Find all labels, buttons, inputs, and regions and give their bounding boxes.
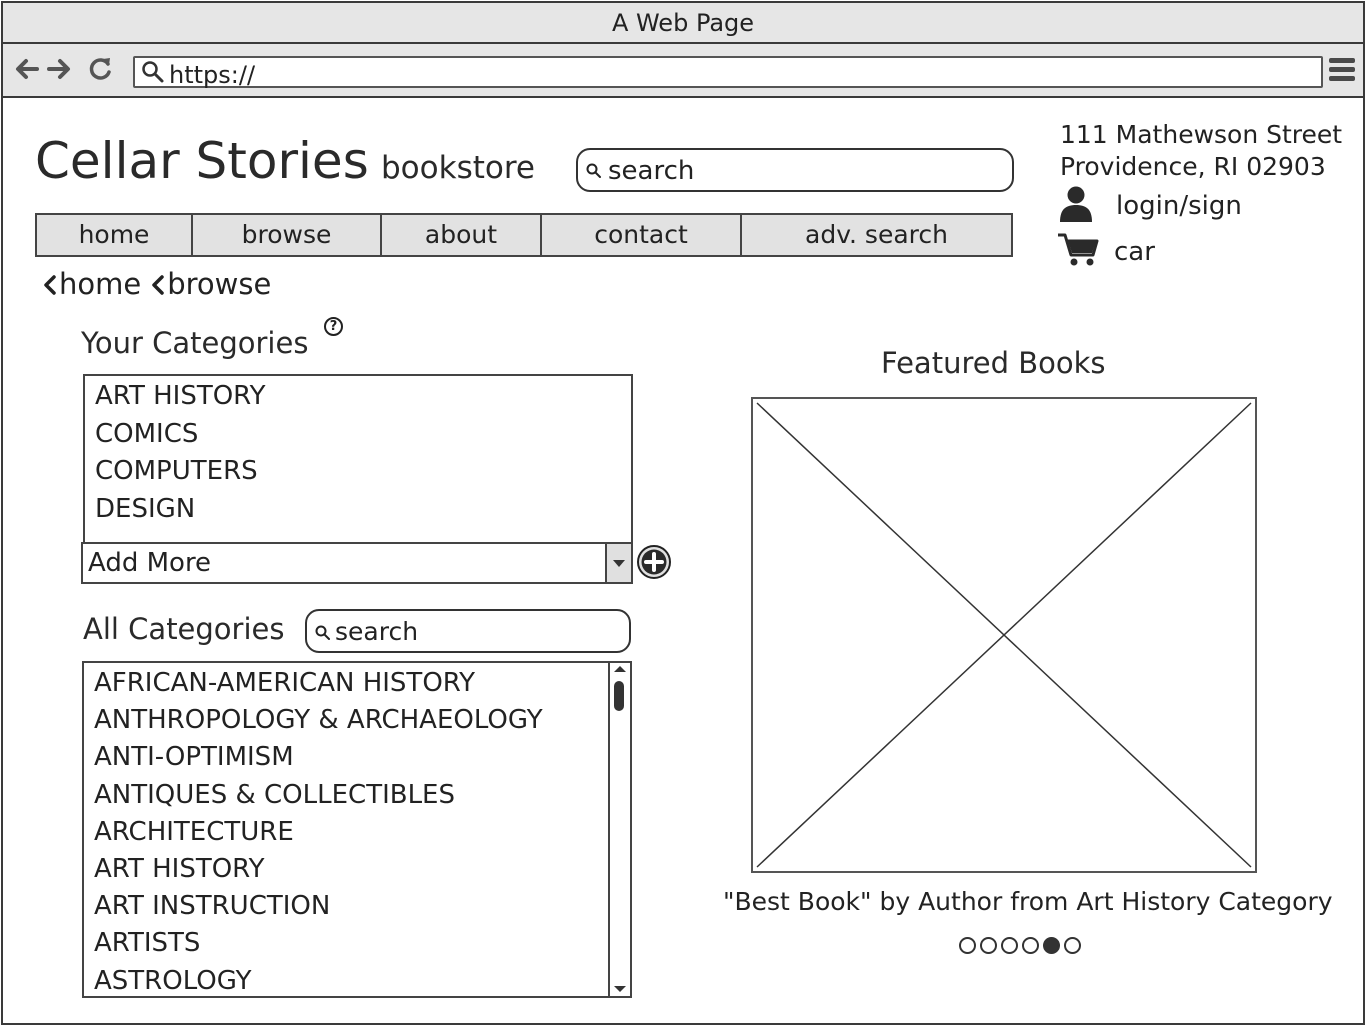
image-placeholder-icon bbox=[756, 402, 1252, 868]
address-line-1: 111 Mathewson Street bbox=[1060, 120, 1343, 149]
address-bar: https:// bbox=[3, 44, 1363, 98]
featured-book-caption[interactable]: "Best Book" by Author from Art History C… bbox=[723, 885, 1333, 919]
cart-link[interactable]: car bbox=[1056, 231, 1155, 271]
list-item[interactable]: ART INSTRUCTION bbox=[94, 888, 543, 925]
add-more-label: Add More bbox=[88, 548, 212, 578]
search-icon bbox=[315, 625, 330, 640]
browser-window: A Web Page https:// Cellar Stories books… bbox=[1, 1, 1365, 1025]
scrollbar-thumb[interactable] bbox=[614, 681, 624, 711]
login-label[interactable]: login/sign bbox=[1116, 191, 1242, 221]
your-categories-list[interactable]: ART HISTORY COMICS COMPUTERS DESIGN bbox=[83, 374, 633, 544]
login-link[interactable]: login/sign bbox=[1058, 185, 1242, 225]
chevron-left-icon bbox=[41, 265, 59, 303]
list-item[interactable]: ARTISTS bbox=[94, 925, 543, 962]
user-icon bbox=[1060, 186, 1092, 222]
tab-home[interactable]: home bbox=[37, 215, 193, 255]
reload-icon[interactable] bbox=[85, 54, 115, 84]
list-item[interactable]: DESIGN bbox=[95, 491, 631, 529]
list-item[interactable]: ANTHROPOLOGY & ARCHAEOLOGY bbox=[94, 702, 543, 739]
carousel-dot[interactable] bbox=[980, 937, 997, 954]
tab-contact[interactable]: contact bbox=[542, 215, 742, 255]
carousel-dot[interactable] bbox=[1043, 937, 1060, 954]
category-search-placeholder: search bbox=[335, 617, 419, 646]
help-icon[interactable]: ? bbox=[324, 317, 343, 336]
category-search-input[interactable]: search bbox=[305, 609, 631, 653]
tab-browse[interactable]: browse bbox=[193, 215, 382, 255]
list-item[interactable]: ASTROLOGY bbox=[94, 963, 543, 996]
address-line-2: Providence, RI 02903 bbox=[1060, 152, 1326, 181]
list-item[interactable]: ARCHITECTURE bbox=[94, 814, 543, 851]
window-title: A Web Page bbox=[3, 3, 1363, 44]
scrollbar[interactable] bbox=[608, 663, 630, 996]
carousel-dot[interactable] bbox=[1001, 937, 1018, 954]
breadcrumb-home[interactable]: home bbox=[59, 265, 141, 303]
carousel-dot[interactable] bbox=[1022, 937, 1039, 954]
search-icon bbox=[142, 61, 164, 83]
site-search-input[interactable]: search bbox=[576, 148, 1014, 192]
scroll-down-icon[interactable] bbox=[614, 986, 626, 992]
hamburger-menu-icon[interactable] bbox=[1329, 58, 1355, 82]
cart-label[interactable]: car bbox=[1114, 237, 1155, 267]
url-input[interactable]: https:// bbox=[133, 56, 1323, 89]
site-search-placeholder: search bbox=[608, 156, 695, 186]
shopping-cart-icon bbox=[1058, 233, 1099, 266]
main-nav: home browse about contact adv. search bbox=[35, 213, 1013, 257]
site-logo-subtitle: bookstore bbox=[381, 150, 535, 186]
chevron-left-icon bbox=[149, 265, 167, 303]
your-categories-title: Your Categories bbox=[81, 326, 309, 360]
url-text: https:// bbox=[169, 61, 256, 89]
carousel-dot[interactable] bbox=[959, 937, 976, 954]
all-categories-list[interactable]: AFRICAN-AMERICAN HISTORY ANTHROPOLOGY & … bbox=[82, 661, 632, 998]
chevron-down-icon[interactable] bbox=[605, 544, 631, 582]
tab-about[interactable]: about bbox=[382, 215, 542, 255]
site-logo[interactable]: Cellar Stories bbox=[35, 131, 369, 191]
arrow-left-icon[interactable] bbox=[11, 54, 41, 84]
arrow-right-icon[interactable] bbox=[45, 54, 75, 84]
add-category-button[interactable] bbox=[636, 544, 672, 580]
scroll-up-icon[interactable] bbox=[614, 666, 626, 672]
list-item[interactable]: AFRICAN-AMERICAN HISTORY bbox=[94, 665, 543, 702]
carousel-indicators bbox=[959, 937, 1085, 954]
list-item[interactable]: ANTIQUES & COLLECTIBLES bbox=[94, 777, 543, 814]
all-categories-title: All Categories bbox=[83, 612, 285, 646]
list-item[interactable]: COMPUTERS bbox=[95, 453, 631, 491]
list-item[interactable]: COMICS bbox=[95, 416, 631, 454]
breadcrumb: home browse bbox=[41, 265, 279, 303]
search-icon bbox=[586, 163, 601, 178]
store-address: 111 Mathewson Street Providence, RI 0290… bbox=[1060, 119, 1342, 183]
featured-books-title: Featured Books bbox=[881, 346, 1106, 380]
add-more-select[interactable]: Add More bbox=[81, 542, 633, 584]
featured-book-image[interactable] bbox=[751, 397, 1257, 873]
tab-adv-search[interactable]: adv. search bbox=[742, 215, 1011, 255]
carousel-dot[interactable] bbox=[1064, 937, 1081, 954]
list-item[interactable]: ART HISTORY bbox=[94, 851, 543, 888]
list-item[interactable]: ART HISTORY bbox=[95, 378, 631, 416]
list-item[interactable]: ANTI-OPTIMISM bbox=[94, 739, 543, 776]
breadcrumb-browse[interactable]: browse bbox=[167, 265, 271, 303]
